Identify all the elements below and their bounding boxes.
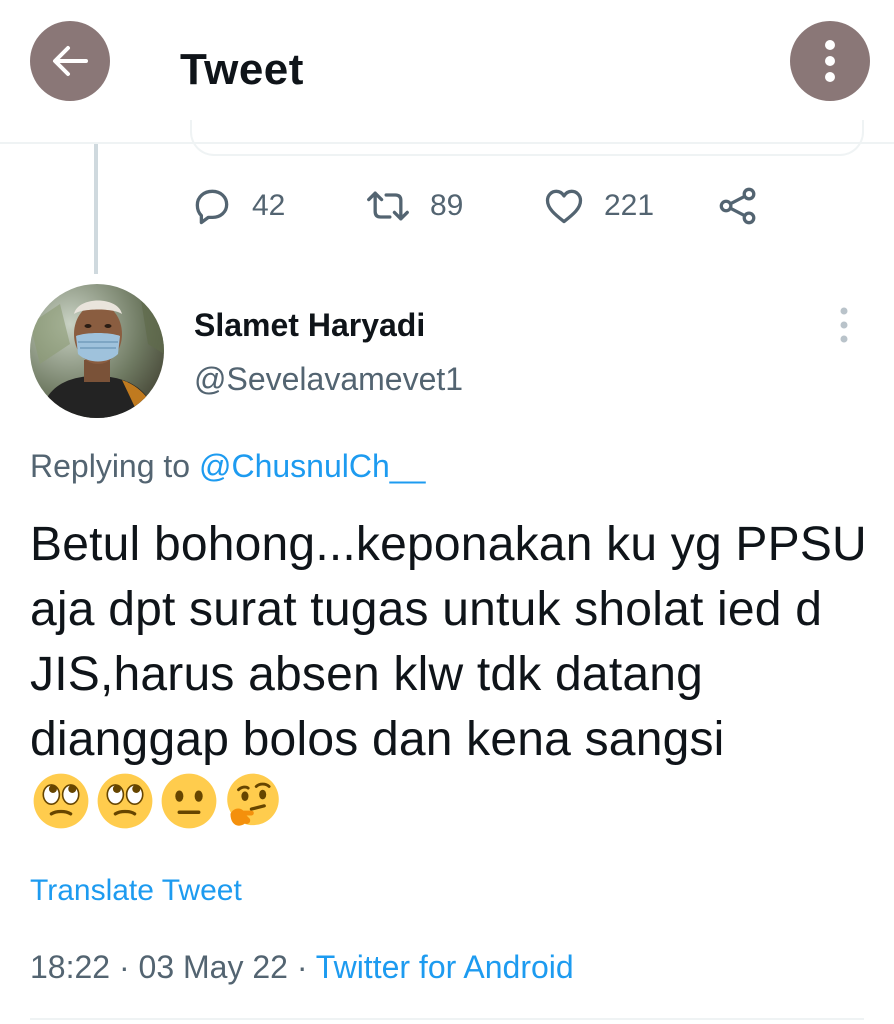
replying-prefix: Replying to (30, 448, 199, 484)
parent-tweet-actions: 42 89 221 (0, 176, 894, 236)
tweet-time: 18:22 (30, 949, 111, 985)
like-count: 221 (604, 189, 655, 222)
vertical-dots-icon (825, 40, 835, 82)
rolling-eyes-emoji-icon (97, 773, 153, 829)
tweet-body: Betul bohong...keponakan ku yg PPSU aja … (30, 518, 867, 766)
reply-action[interactable]: 42 (190, 176, 285, 236)
reply-icon (195, 189, 229, 225)
vertical-dots-icon (840, 307, 848, 343)
retweet-count: 89 (430, 189, 464, 222)
replying-to: Replying to @ChusnulCh__ (30, 448, 425, 484)
back-arrow-icon (53, 46, 88, 76)
share-icon (719, 187, 756, 225)
more-options-button[interactable] (790, 21, 870, 101)
quoted-card-edge (190, 120, 864, 156)
thinking-face-emoji-icon (227, 773, 279, 826)
rolling-eyes-emoji-icon (33, 773, 89, 829)
retweet-action[interactable]: 89 (364, 176, 463, 236)
avatar[interactable] (30, 284, 164, 418)
meta-separator: · (110, 949, 139, 985)
tweet-metadata: 18:22 · 03 May 22 · Twitter for Android (30, 949, 574, 985)
divider (30, 1018, 864, 1020)
like-action[interactable]: 221 (542, 176, 654, 236)
meta-separator: · (287, 949, 316, 985)
back-button[interactable] (30, 21, 110, 101)
retweet-icon (367, 191, 409, 221)
translate-tweet-link[interactable]: Translate Tweet (30, 874, 242, 907)
tweet-options-button[interactable] (828, 300, 860, 350)
neutral-face-emoji-icon (161, 773, 217, 829)
avatar-photo (30, 284, 164, 418)
tweet-text: Betul bohong...keponakan ku yg PPSU aja … (30, 512, 870, 837)
replying-mention-link[interactable]: @ChusnulCh__ (199, 448, 425, 484)
tweet-date: 03 May 22 (138, 949, 288, 985)
heart-icon (545, 189, 583, 224)
page-title: Tweet (180, 45, 304, 94)
reply-count: 42 (252, 189, 286, 222)
emoji-group (32, 772, 282, 830)
share-action[interactable] (716, 176, 760, 236)
tweet-source-link[interactable]: Twitter for Android (316, 949, 574, 985)
author-name[interactable]: Slamet Haryadi (194, 307, 425, 343)
author-handle[interactable]: @Sevelavamevet1 (194, 361, 463, 397)
